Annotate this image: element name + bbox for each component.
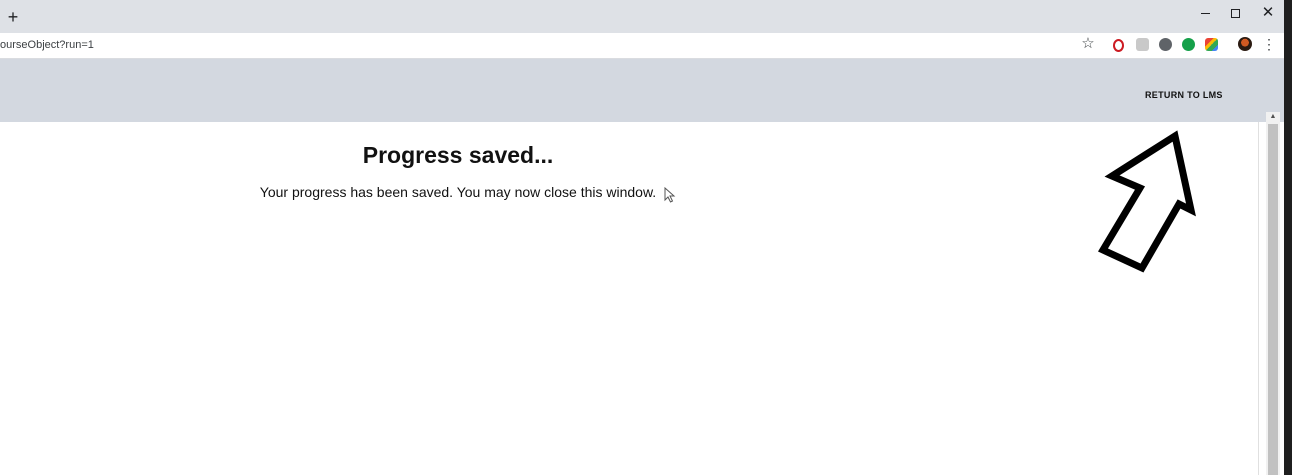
minimize-icon xyxy=(1201,13,1210,14)
address-url[interactable]: ourseObject?run=1 xyxy=(0,39,94,52)
opera-icon[interactable] xyxy=(1113,39,1124,52)
annotation-arrow-icon xyxy=(1098,130,1196,273)
page-title: Progress saved... xyxy=(362,142,554,168)
status-message: Your progress has been saved. You may no… xyxy=(259,184,657,200)
profile-avatar[interactable] xyxy=(1238,37,1252,51)
browser-window: + ✕ ourseObject?run=1 ☆ ⋮ RETURN TO LMS … xyxy=(0,0,1284,475)
page-header: RETURN TO LMS xyxy=(0,59,1284,122)
maximize-icon xyxy=(1231,9,1240,18)
scrollbar-thumb[interactable] xyxy=(1268,124,1278,475)
grammarly-icon[interactable] xyxy=(1182,38,1195,51)
browser-toolbar: ourseObject?run=1 ☆ ⋮ xyxy=(0,33,1284,59)
browser-menu-icon[interactable]: ⋮ xyxy=(1262,36,1276,52)
bookmark-star-icon[interactable]: ☆ xyxy=(1080,36,1096,52)
extension-multicolor-icon[interactable] xyxy=(1205,38,1218,51)
address-bar[interactable]: ourseObject?run=1 xyxy=(0,35,1100,56)
page-content: Progress saved... Your progress has been… xyxy=(0,122,1259,475)
return-to-lms-link[interactable]: RETURN TO LMS xyxy=(1145,90,1223,100)
tab-strip: + ✕ xyxy=(0,0,1284,33)
minimize-button[interactable] xyxy=(1195,5,1217,21)
extension-gear-icon[interactable] xyxy=(1159,38,1172,51)
maximize-button[interactable] xyxy=(1225,5,1247,21)
scroll-up-icon[interactable]: ▲ xyxy=(1266,112,1280,122)
new-tab-button[interactable]: + xyxy=(5,7,21,27)
page-scrollbar[interactable]: ▲ xyxy=(1266,112,1280,475)
mouse-cursor-icon xyxy=(664,187,676,203)
close-window-button[interactable]: ✕ xyxy=(1257,5,1279,21)
extension-grey-icon[interactable] xyxy=(1136,38,1149,51)
